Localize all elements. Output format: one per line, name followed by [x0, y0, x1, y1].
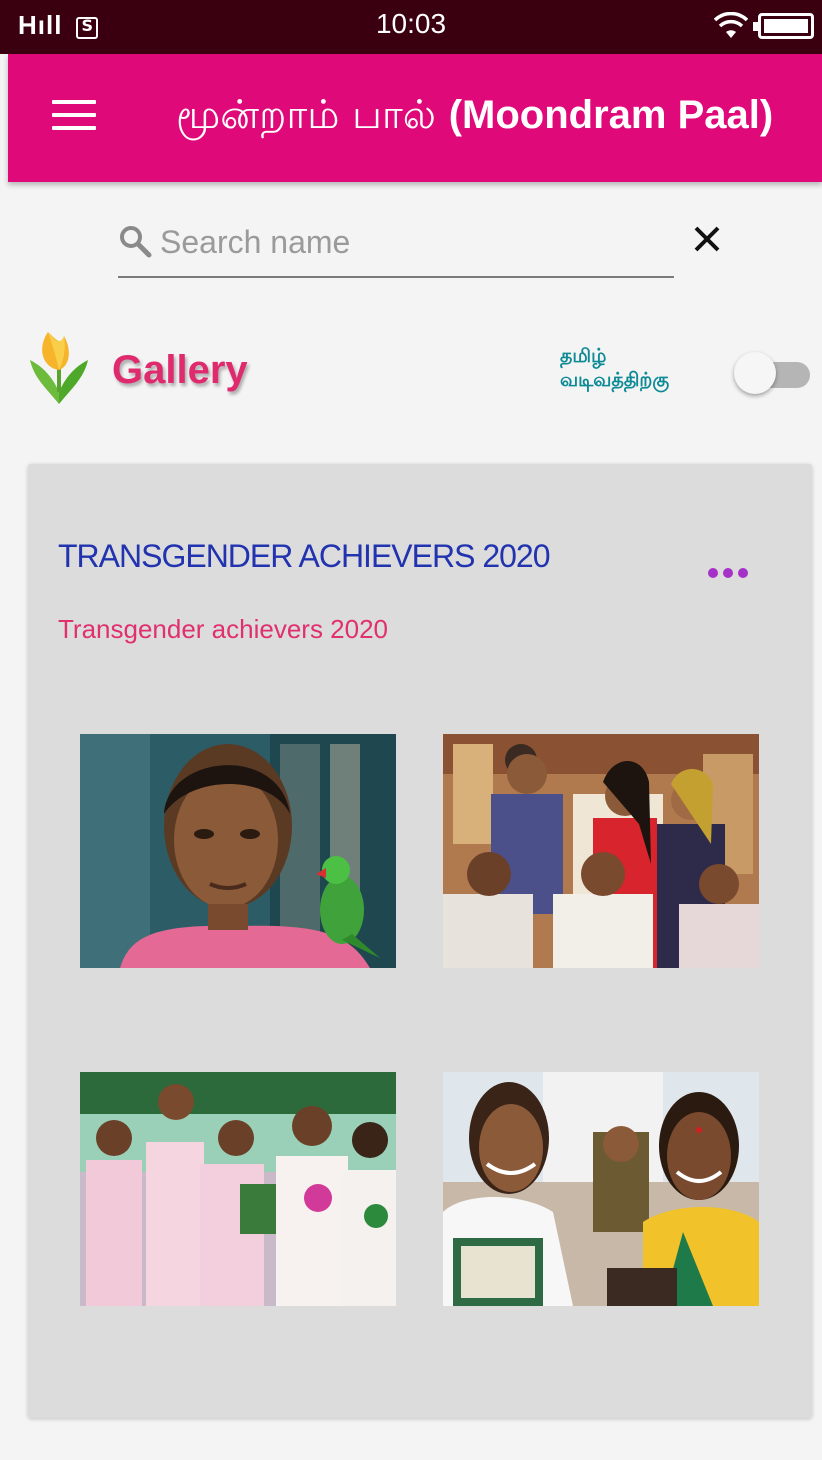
album-card[interactable]: TRANSGENDER ACHIEVERS 2020 Transgender a… — [28, 464, 812, 1418]
wifi-icon — [714, 12, 748, 38]
status-right — [714, 12, 814, 40]
photo-doctors-certificates[interactable] — [443, 1072, 759, 1306]
photo-nurses-ceremony[interactable] — [80, 1072, 396, 1306]
app-title-tamil: மூன்றாம் பால் — [176, 92, 449, 138]
app-bar: மூன்றாம் பால் (Moondram Paal) — [8, 54, 822, 182]
app-title-latin: (Moondram Paal) — [448, 93, 774, 137]
language-toggle-label: தமிழ் வடிவத்திற்கு — [560, 344, 730, 392]
album-subtitle: Transgender achievers 2020 — [58, 614, 389, 644]
photo-woman-with-parrot[interactable] — [80, 734, 396, 968]
search-input[interactable] — [160, 218, 660, 266]
status-bar: Hıll 10:03 — [0, 0, 822, 54]
search-icon — [120, 226, 152, 258]
battery-icon — [753, 13, 814, 39]
status-time: 10:03 — [375, 8, 447, 39]
language-toggle-label-line2: வடிவத்திற்கு — [560, 369, 670, 391]
gallery-title: Gallery — [112, 348, 248, 392]
search-bar — [118, 212, 674, 278]
language-toggle-label-line1: தமிழ் — [560, 345, 607, 367]
close-icon[interactable] — [690, 222, 724, 256]
gallery-header: Gallery தமிழ் வடிவத்திற்கு — [26, 326, 816, 416]
hamburger-menu-icon[interactable] — [52, 100, 96, 134]
more-horizontal-icon[interactable] — [708, 562, 754, 584]
tulip-logo-icon — [30, 332, 88, 404]
album-title: TRANSGENDER ACHIEVERS 2020 — [58, 538, 551, 574]
language-toggle-switch[interactable] — [734, 352, 810, 394]
toggle-knob — [734, 352, 776, 394]
app-title: மூன்றாம் பால் (Moondram Paal) — [176, 92, 804, 143]
photo-group-award[interactable] — [443, 734, 759, 968]
